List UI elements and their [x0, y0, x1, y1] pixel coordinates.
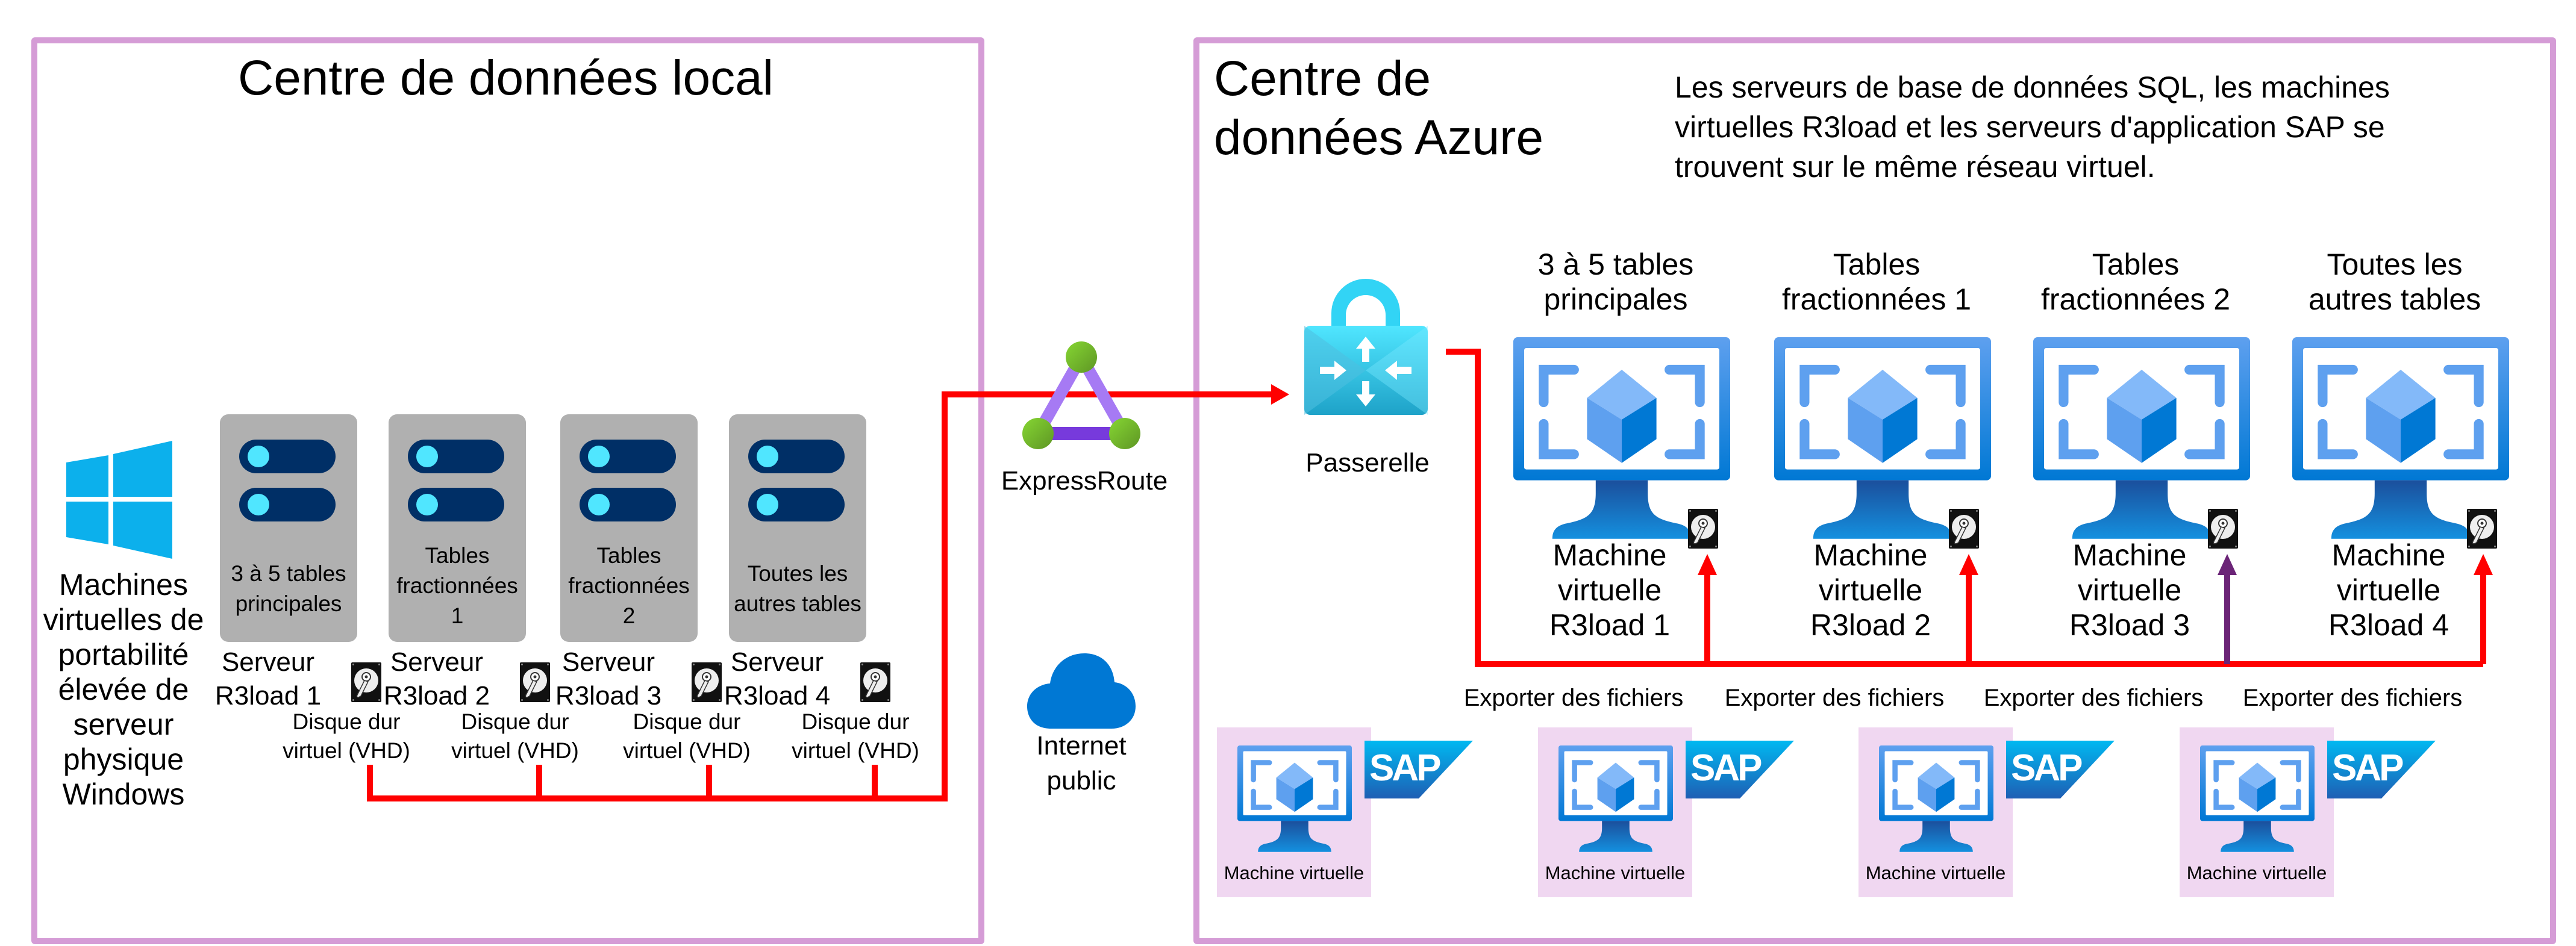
svg-text:SAP: SAP: [1369, 747, 1440, 789]
windows-vm-label: Machines virtuelles de portabilité élevé…: [43, 568, 204, 811]
virtual-machine-icon: [2200, 745, 2315, 852]
virtual-machine-icon: [1879, 745, 1993, 852]
gateway-lock-icon: [1304, 279, 1428, 415]
sap-vm-label: Machine virtuelle: [1545, 862, 1686, 883]
server-card-text: Tables fractionnées 2: [568, 543, 690, 628]
sap-logo-icon: SAP: [2327, 741, 2436, 798]
arrowhead-vm3: [2218, 554, 2237, 575]
db-pill-icon: [748, 488, 845, 521]
db-pill-icon: [408, 488, 504, 521]
cloud-icon: [1027, 653, 1136, 729]
server-name-4: Serveur R3load 4: [724, 647, 831, 711]
vm-name-3: Machine virtuelle R3load 3: [2069, 538, 2190, 642]
db-pill-icon: [580, 440, 676, 473]
arrowhead-vm1: [1698, 554, 1717, 575]
vm-name-2: Machine virtuelle R3load 2: [1810, 538, 1931, 642]
export-label-1: Exporter des fichiers: [1463, 685, 1684, 711]
vhd-label-3: Disque dur virtuel (VHD): [623, 709, 751, 763]
expressroute-label: ExpressRoute: [1001, 466, 1168, 496]
sap-logo-icon: SAP: [1365, 741, 1473, 798]
sap-logo-icon: SAP: [1686, 741, 1794, 798]
db-pill-icon: [408, 440, 504, 473]
export-label-2: Exporter des fichiers: [1724, 685, 1945, 711]
sap-vm-2: Machine virtuelle: [1538, 727, 1692, 897]
hard-disk-icon: [860, 662, 890, 702]
db-pill-icon: [580, 488, 676, 521]
gateway-label: Passerelle: [1305, 448, 1430, 478]
virtual-machine-icon: [1237, 745, 1352, 852]
arrowhead-to-gateway: [1271, 384, 1289, 405]
vhd-label-1: Disque dur virtuel (VHD): [283, 709, 410, 763]
server-card-1: 3 à 5 tables principales: [220, 414, 357, 642]
server-card-2: Tables fractionnées 1: [389, 414, 526, 642]
vhd-label-2: Disque dur virtuel (VHD): [451, 709, 579, 763]
export-label-4: Exporter des fichiers: [2242, 685, 2463, 711]
server-card-text: 3 à 5 tables principales: [231, 561, 346, 616]
server-name-1: Serveur R3load 1: [214, 647, 322, 711]
sap-vm-label: Machine virtuelle: [1224, 862, 1365, 883]
db-pill-icon: [748, 440, 845, 473]
svg-text:SAP: SAP: [2011, 747, 2082, 789]
expressroute-icon: [1022, 341, 1140, 449]
server-card-4: Toutes les autres tables: [729, 414, 866, 642]
server-card-3: Tables fractionnées 2: [560, 414, 698, 642]
vm-header-3: Tables fractionnées 2: [2040, 247, 2231, 316]
export-label-3: Exporter des fichiers: [1983, 685, 2204, 711]
svg-text:SAP: SAP: [1690, 747, 1762, 789]
vhd-label-4: Disque dur virtuel (VHD): [792, 709, 919, 763]
sap-vm-1: Machine virtuelle: [1217, 727, 1371, 897]
vm-name-4: Machine virtuelle R3load 4: [2328, 538, 2449, 642]
vm-header-2: Tables fractionnées 1: [1781, 247, 1972, 316]
sap-vm-label: Machine virtuelle: [2186, 862, 2327, 883]
db-pill-icon: [239, 440, 336, 473]
vm-header-1: 3 à 5 tables principales: [1537, 247, 1694, 316]
svg-text:SAP: SAP: [2332, 747, 2403, 789]
server-card-text: Tables fractionnées 1: [396, 543, 518, 628]
sap-vm-label: Machine virtuelle: [1865, 862, 2006, 883]
server-name-2: Serveur R3load 2: [383, 647, 490, 711]
sap-vm-4: Machine virtuelle: [2180, 727, 2334, 897]
vm-name-1: Machine virtuelle R3load 1: [1549, 538, 1671, 642]
internet-label: Internet public: [1036, 731, 1127, 795]
server-name-3: Serveur R3load 3: [555, 647, 662, 711]
arrowhead-vm4: [2474, 554, 2493, 575]
sap-logo-icon: SAP: [2006, 741, 2115, 798]
virtual-machine-icon: [1558, 745, 1673, 852]
db-pill-icon: [239, 488, 336, 521]
sap-vm-3: Machine virtuelle: [1859, 727, 2013, 897]
vm-header-4: Toutes les autres tables: [2308, 247, 2481, 316]
windows-logo-icon: [66, 441, 172, 559]
arrowhead-vm2: [1959, 554, 1978, 575]
server-card-text: Toutes les autres tables: [734, 561, 861, 616]
